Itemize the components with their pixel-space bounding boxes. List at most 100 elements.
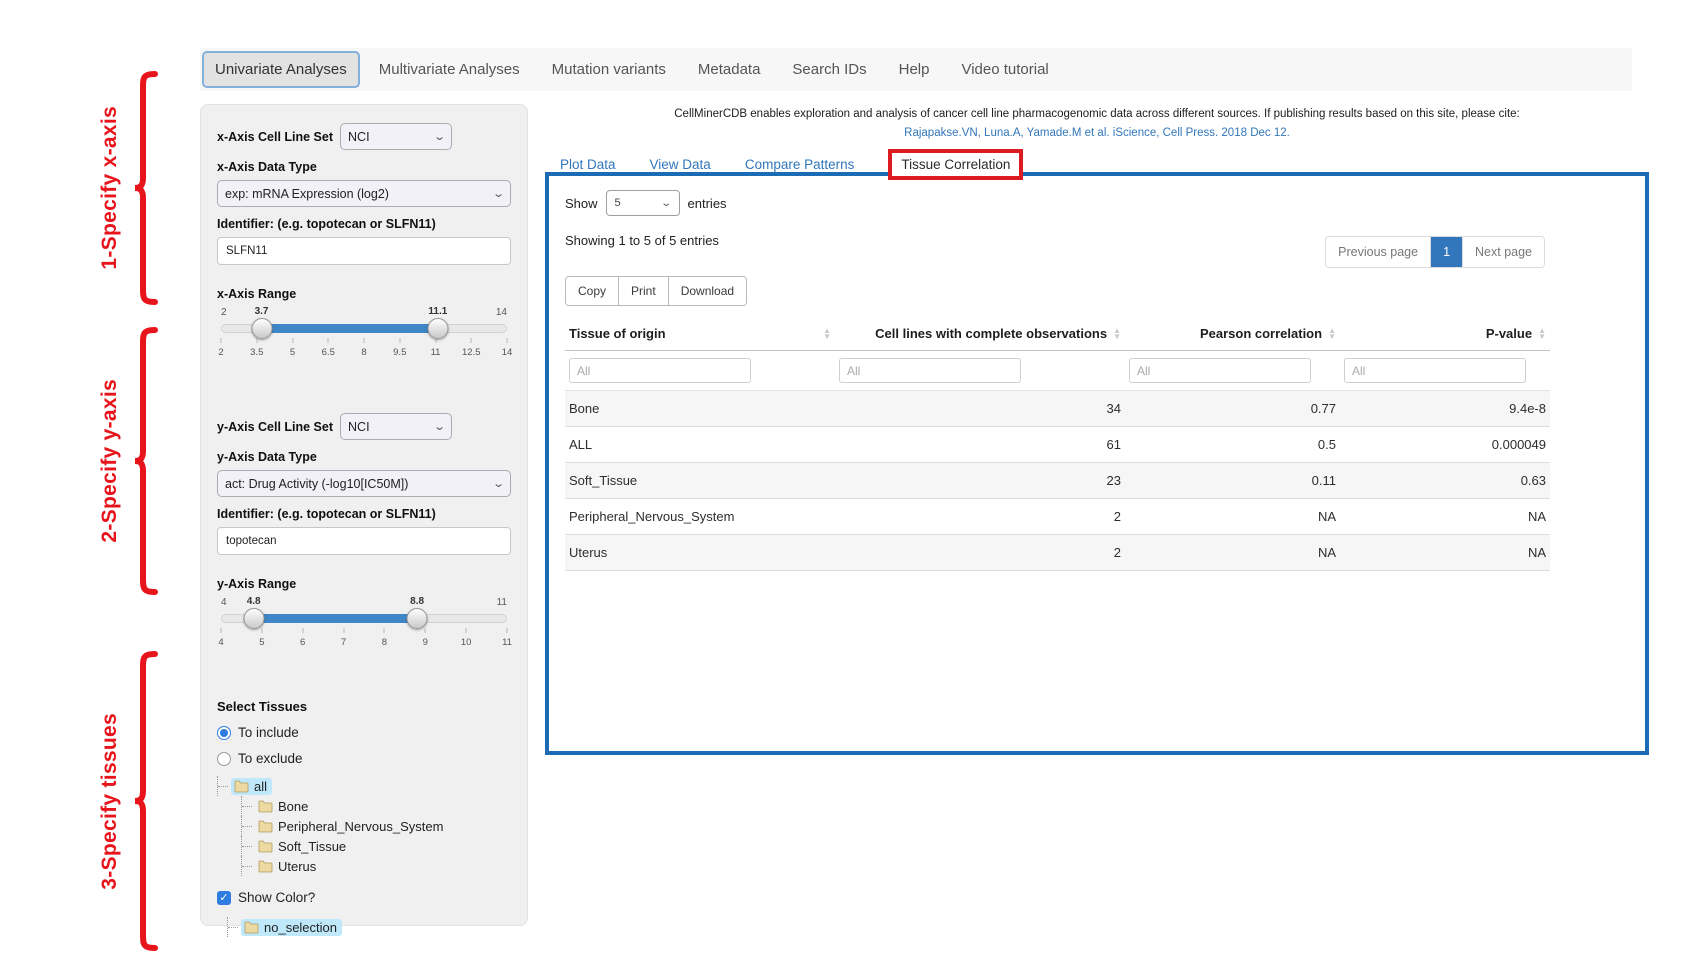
to-include-label: To include bbox=[238, 725, 299, 740]
to-exclude-label: To exclude bbox=[238, 751, 303, 766]
x-axis-cell-line-set-select[interactable]: NCI ⌄ bbox=[340, 123, 452, 150]
sort-icon[interactable]: ▲▼ bbox=[1113, 328, 1121, 340]
y-axis-data-type-select[interactable]: act: Drug Activity (-log10[IC50M]) ⌄ bbox=[217, 470, 511, 497]
nav-tab-mutation-variants[interactable]: Mutation variants bbox=[539, 51, 679, 88]
tree-node-no-selection[interactable]: no_selection bbox=[241, 919, 342, 936]
radio-unselected-icon[interactable] bbox=[217, 752, 231, 766]
x-axis-cell-line-set-row: x-Axis Cell Line Set NCI ⌄ bbox=[217, 123, 511, 150]
copy-button[interactable]: Copy bbox=[566, 277, 619, 305]
column-header-inner: Cell lines with complete observations▲▼ bbox=[839, 326, 1121, 341]
sort-icon[interactable]: ▲▼ bbox=[1328, 328, 1336, 340]
y-axis-slider-handle-high[interactable] bbox=[407, 608, 428, 629]
y-axis-tick-label: 11 bbox=[502, 637, 512, 648]
print-button[interactable]: Print bbox=[619, 277, 669, 305]
x-axis-range-min-label: 2 bbox=[221, 307, 227, 318]
table-row[interactable]: ALL610.50.000049 bbox=[565, 427, 1550, 463]
column-header-1[interactable]: Tissue of origin▲▼ bbox=[565, 318, 835, 351]
x-axis-tick-label: 11 bbox=[431, 347, 441, 358]
x-axis-slider-handle-high[interactable] bbox=[427, 318, 448, 339]
view-tabs: Plot Data View Data Compare Patterns Tissue… bbox=[560, 149, 1023, 179]
download-button[interactable]: Download bbox=[669, 277, 746, 305]
radio-selected-icon[interactable] bbox=[217, 726, 231, 740]
y-axis-cell-line-set-row: y-Axis Cell Line Set NCI ⌄ bbox=[217, 413, 511, 440]
x-axis-range-low-value: 3.7 bbox=[255, 306, 269, 317]
table-row[interactable]: Uterus2NANA bbox=[565, 535, 1550, 571]
x-axis-cell-line-set-value: NCI bbox=[348, 130, 370, 144]
tree-node-all[interactable]: all bbox=[231, 778, 272, 795]
x-axis-range-slider[interactable]: 2143.711.123.556.589.51112.514 bbox=[221, 307, 507, 369]
tab-tissue-correlation[interactable]: Tissue Correlation bbox=[888, 149, 1023, 180]
table-row[interactable]: Peripheral_Nervous_System2NANA bbox=[565, 499, 1550, 535]
y-axis-identifier-input[interactable] bbox=[217, 527, 511, 555]
annotation-step1-text: 1-Specify x-axis bbox=[98, 106, 122, 270]
tree-connector bbox=[241, 816, 255, 836]
nav-tab-metadata[interactable]: Metadata bbox=[685, 51, 774, 88]
tab-plot-data[interactable]: Plot Data bbox=[560, 157, 616, 172]
table-row[interactable]: Bone340.779.4e-8 bbox=[565, 391, 1550, 427]
sort-icon[interactable]: ▲▼ bbox=[1538, 328, 1546, 340]
tree-child-row: Peripheral_Nervous_System bbox=[241, 816, 511, 836]
nav-tab-help[interactable]: Help bbox=[886, 51, 943, 88]
column-filter-input-3[interactable] bbox=[1129, 358, 1311, 383]
x-axis-tick-mark bbox=[507, 338, 508, 343]
tree-node-bone[interactable]: Bone bbox=[255, 798, 313, 815]
show-color-option[interactable]: ✓ Show Color? bbox=[217, 890, 511, 905]
column-header-4[interactable]: P-value ▲▼ bbox=[1340, 318, 1550, 351]
chevron-down-icon: ⌄ bbox=[492, 187, 505, 200]
top-nav: Univariate AnalysesMultivariate Analyses… bbox=[200, 48, 1632, 91]
column-filter-input-2[interactable] bbox=[839, 358, 1021, 383]
x-axis-slider-ticks: 23.556.589.51112.514 bbox=[221, 338, 507, 364]
tree-node-peripheral_nervous_system[interactable]: Peripheral_Nervous_System bbox=[255, 818, 448, 835]
x-axis-identifier-input[interactable] bbox=[217, 237, 511, 265]
x-axis-tick-mark bbox=[221, 338, 222, 343]
column-header-inner: Pearson correlation▲▼ bbox=[1129, 326, 1336, 341]
cell-tissue-of-origin: ALL bbox=[565, 427, 835, 463]
entries-count-select[interactable]: 5 ⌄ bbox=[606, 190, 680, 216]
x-axis-data-type-select[interactable]: exp: mRNA Expression (log2) ⌄ bbox=[217, 180, 511, 207]
cell-pearson-correlation: 0.5 bbox=[1125, 427, 1340, 463]
tree-node-uterus[interactable]: Uterus bbox=[255, 858, 321, 875]
y-axis-range-slider[interactable]: 4114.88.84567891011 bbox=[221, 597, 507, 659]
nav-tab-multivariate-analyses[interactable]: Multivariate Analyses bbox=[366, 51, 533, 88]
filter-cell bbox=[1125, 351, 1340, 391]
to-exclude-option[interactable]: To exclude bbox=[217, 751, 511, 766]
citation-text: CellMinerCDB enables exploration and ana… bbox=[545, 108, 1649, 120]
column-filter-input-1[interactable] bbox=[569, 358, 751, 383]
column-header-label: P-value bbox=[1486, 326, 1532, 341]
nav-tab-univariate-analyses[interactable]: Univariate Analyses bbox=[202, 51, 360, 88]
table-row[interactable]: Soft_Tissue230.110.63 bbox=[565, 463, 1550, 499]
tree-node-no-selection-label: no_selection bbox=[264, 920, 337, 935]
annotation-step3-text: 3-Specify tissues bbox=[98, 713, 122, 890]
column-filter-input-4[interactable] bbox=[1344, 358, 1526, 383]
x-axis-range-max-label: 14 bbox=[496, 307, 507, 318]
x-axis-slider-handle-low[interactable] bbox=[251, 318, 272, 339]
tab-compare-patterns[interactable]: Compare Patterns bbox=[745, 157, 855, 172]
checkbox-checked-icon[interactable]: ✓ bbox=[217, 891, 231, 905]
x-axis-tick-mark bbox=[399, 338, 400, 343]
y-axis-cell-line-set-label: y-Axis Cell Line Set bbox=[217, 420, 333, 434]
nav-tab-search-ids[interactable]: Search IDs bbox=[779, 51, 879, 88]
x-axis-tick-label: 5 bbox=[290, 347, 295, 358]
tree-node-soft_tissue[interactable]: Soft_Tissue bbox=[255, 838, 351, 855]
page-1-button[interactable]: 1 bbox=[1431, 237, 1463, 267]
y-axis-slider-handle-low[interactable] bbox=[243, 608, 264, 629]
column-header-2[interactable]: Cell lines with complete observations▲▼ bbox=[835, 318, 1125, 351]
tab-view-data[interactable]: View Data bbox=[650, 157, 711, 172]
sort-icon[interactable]: ▲▼ bbox=[823, 328, 831, 340]
tree-child-row: Uterus bbox=[241, 856, 511, 876]
to-include-option[interactable]: To include bbox=[217, 725, 511, 740]
y-axis-slider-ticks: 4567891011 bbox=[221, 628, 507, 654]
brace-step3 bbox=[132, 651, 158, 951]
next-page-button[interactable]: Next page bbox=[1463, 237, 1544, 267]
column-header-3[interactable]: Pearson correlation▲▼ bbox=[1125, 318, 1340, 351]
column-header-inner: P-value ▲▼ bbox=[1344, 326, 1546, 341]
annotation-step3: 3-Specify tissues bbox=[98, 650, 158, 952]
previous-page-button[interactable]: Previous page bbox=[1326, 237, 1431, 267]
x-axis-tick-label: 8 bbox=[361, 347, 366, 358]
y-axis-cell-line-set-select[interactable]: NCI ⌄ bbox=[340, 413, 452, 440]
x-axis-cell-line-set-label: x-Axis Cell Line Set bbox=[217, 130, 333, 144]
tree-child-row: Soft_Tissue bbox=[241, 836, 511, 856]
nav-tab-video-tutorial[interactable]: Video tutorial bbox=[948, 51, 1061, 88]
citation-link[interactable]: Rajapakse.VN, Luna.A, Yamade.M et al. iS… bbox=[545, 127, 1649, 139]
tree-node-label: Soft_Tissue bbox=[278, 839, 346, 854]
